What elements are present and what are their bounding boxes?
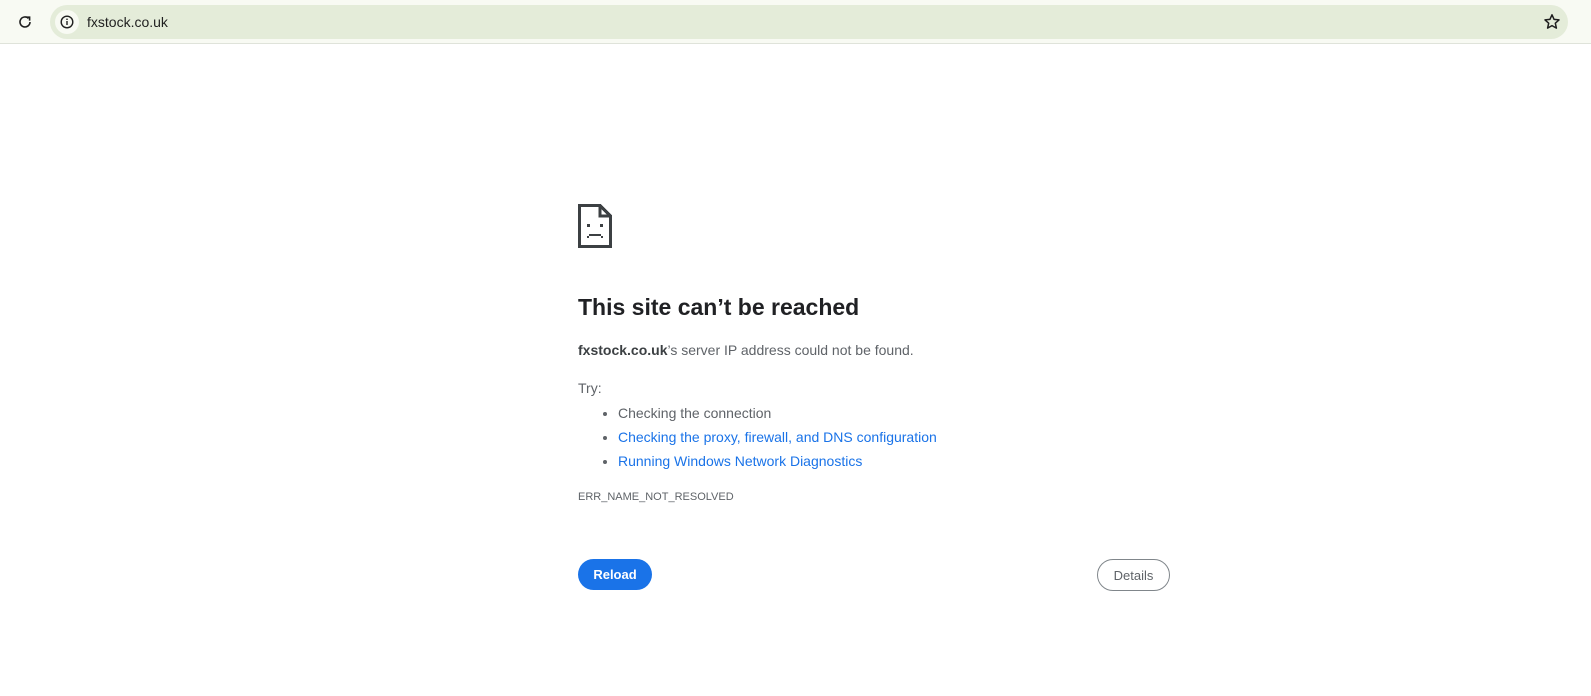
suggestion-item: Running Windows Network Diagnostics [618,449,937,473]
bookmark-button[interactable] [1540,10,1564,34]
suggestion-list: Checking the connection Checking the pro… [578,401,937,473]
suggestion-diagnostics-link[interactable]: Running Windows Network Diagnostics [618,453,862,469]
error-host: fxstock.co.uk [578,342,668,358]
reload-button[interactable]: Reload [578,559,652,590]
address-bar[interactable]: fxstock.co.uk [50,5,1568,39]
info-icon [60,15,74,29]
sad-document-icon [578,204,612,248]
suggestion-proxy-link[interactable]: Checking the proxy, firewall, and DNS co… [618,429,937,445]
browser-reload-button[interactable] [12,9,38,35]
error-code: ERR_NAME_NOT_RESOLVED [578,491,734,503]
suggestion-item: Checking the connection [618,401,937,425]
try-label: Try: [578,380,602,396]
site-info-button[interactable] [55,10,79,34]
star-icon [1544,14,1560,29]
browser-toolbar: fxstock.co.uk [0,0,1591,44]
details-button[interactable]: Details [1097,559,1170,591]
error-title: This site can’t be reached [578,294,860,320]
error-summary: fxstock.co.uk’s server IP address could … [578,342,914,358]
reload-icon [19,16,31,28]
url-text[interactable]: fxstock.co.uk [87,14,168,30]
error-summary-text: ’s server IP address could not be found. [667,342,914,358]
suggestion-check-connection: Checking the connection [618,405,772,421]
suggestion-item: Checking the proxy, firewall, and DNS co… [618,425,937,449]
